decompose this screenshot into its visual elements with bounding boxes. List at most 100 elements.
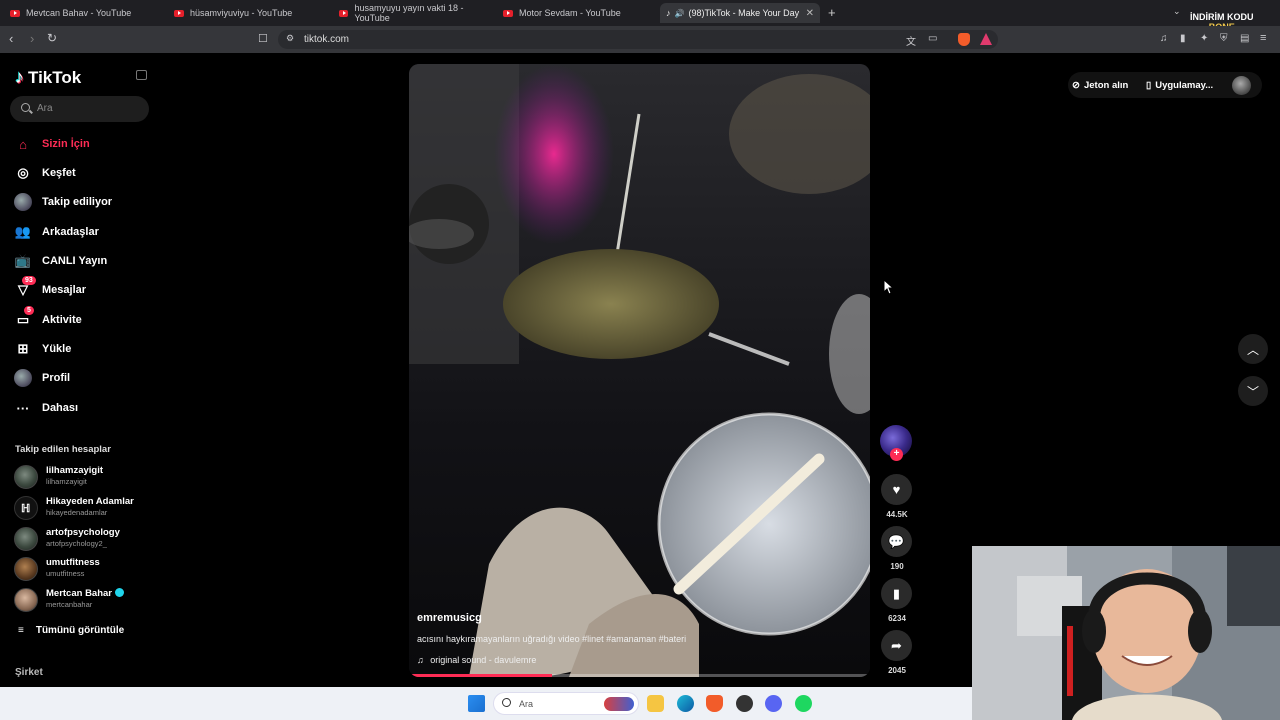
vpn-icon[interactable]: ⛨ [1220, 33, 1228, 44]
nav-for-you[interactable]: ⌂ Sizin İçin [12, 133, 152, 155]
video-player[interactable]: emremusicg acısını haykıramayanların uğr… [409, 64, 870, 677]
media-icon[interactable]: ♫ [1160, 33, 1168, 44]
get-coins-label: Jeton alın [1083, 79, 1129, 91]
new-tab-button[interactable]: + [828, 5, 836, 20]
followed-account[interactable]: umutfitness umutfitness [14, 556, 154, 582]
back-icon[interactable]: ‹ [9, 31, 13, 46]
wallet-icon[interactable]: ▤ [1240, 33, 1249, 44]
nav-label: Yükle [42, 343, 72, 355]
menu-icon[interactable]: ≡ [1260, 32, 1266, 44]
edge-icon[interactable] [677, 695, 694, 712]
nav-live[interactable]: 📺 CANLI Yayın [12, 250, 152, 272]
taskbar-search[interactable]: Ara [493, 692, 639, 715]
search-input[interactable]: Ara [10, 96, 149, 122]
tiktok-sidebar: ♪ TikTok Ara ⌂ Sizin İçin ◎ Keşfet Takip… [0, 53, 160, 720]
share-icon: ➦ [891, 637, 902, 653]
compass-icon: ◎ [17, 165, 29, 180]
youtube-icon [339, 9, 349, 17]
followed-account[interactable]: Mertcan Bahar mertcanbahar [14, 587, 154, 613]
nav-messages[interactable]: ▽ 93 Mesajlar [12, 276, 152, 301]
site-info-icon[interactable]: ⚙ [286, 33, 294, 44]
get-app-button[interactable]: ▯ Uygulamay... [1146, 74, 1213, 96]
get-app-label: Uygulamay... [1155, 79, 1214, 91]
cast-icon[interactable]: ▭ [928, 33, 937, 44]
more-dots-icon: ··· [16, 400, 30, 416]
see-all-label: Tümünü görüntüle [35, 625, 125, 636]
nav-label: Sizin İçin [42, 138, 90, 150]
spotify-icon[interactable] [795, 695, 812, 712]
nav-label: Profil [42, 372, 71, 384]
nav-upload[interactable]: ⊞ Yükle [12, 338, 152, 360]
sidebar-toggle-icon[interactable]: ▮ [1180, 33, 1186, 44]
forward-icon[interactable]: › [30, 31, 34, 46]
profile-avatar[interactable] [1232, 76, 1251, 95]
nav-more[interactable]: ··· Dahası [12, 397, 152, 419]
app-icon[interactable] [736, 695, 753, 712]
nav-explore[interactable]: ◎ Keşfet [12, 162, 152, 184]
share-button[interactable]: ➦ [881, 630, 912, 661]
nav-label: CANLI Yayın [42, 255, 108, 267]
nav-following[interactable]: Takip ediliyor [12, 191, 152, 213]
upload-icon: ⊞ [17, 341, 29, 356]
previous-video-button[interactable]: ︿ [1238, 334, 1268, 364]
search-highlight-icon [604, 697, 634, 711]
windows-taskbar: Ara [0, 687, 972, 720]
progress-fill [409, 674, 552, 677]
live-tv-icon: 📺 [14, 253, 32, 268]
like-button[interactable]: ♥ [881, 474, 912, 505]
chevron-up-icon: ︿ [1246, 342, 1259, 357]
tiktok-logo[interactable]: ♪ TikTok [15, 67, 81, 88]
followed-account[interactable]: lilhamzayigit lilhamzayigit [14, 464, 154, 490]
browser-address-bar: ‹ › ↻ ☐ tiktok.com ⚙ 文 ▭ ♫ ▮ ✦ ⛨ ▤ ≡ [0, 26, 1280, 53]
account-name: Hikayeden Adamlar [46, 496, 134, 507]
following-accounts-title: Takip edilen hesaplar [15, 444, 111, 455]
account-avatar [14, 465, 38, 489]
company-link[interactable]: Şirket [15, 667, 43, 678]
account-handle: hikayedenadamlar [46, 508, 108, 517]
followed-account[interactable]: artofpsychology artofpsychology2_ [14, 526, 154, 552]
extensions-icon[interactable]: ✦ [1200, 33, 1208, 44]
brave-rewards-icon[interactable] [980, 33, 992, 45]
see-all-button[interactable]: ≡ Tümünü görüntüle [18, 625, 124, 636]
heart-icon: ♥ [892, 482, 901, 497]
brave-icon[interactable] [706, 695, 723, 712]
file-explorer-icon[interactable] [647, 695, 664, 712]
tab-search-chevron-icon[interactable]: ⌄ [1173, 6, 1181, 17]
comment-button[interactable]: 💬 [881, 526, 912, 557]
url-field[interactable]: tiktok.com [278, 30, 998, 49]
next-video-button[interactable]: ﹀ [1238, 376, 1268, 406]
translate-icon[interactable]: 文 [906, 33, 916, 48]
taskbar-search-placeholder: Ara [519, 699, 534, 709]
account-handle: umutfitness [46, 569, 85, 578]
music-note-icon: ♫ [417, 655, 424, 665]
save-button[interactable]: ▮ [881, 578, 912, 609]
follow-plus-icon[interactable]: + [890, 448, 903, 461]
browser-tab[interactable]: Motor Sevdam - YouTube [497, 3, 657, 23]
verified-badge-icon [115, 588, 124, 597]
brave-shield-icon[interactable] [958, 33, 970, 46]
profile-avatar-icon [12, 369, 34, 387]
browser-tab-active[interactable]: ♪ 🔊 (98)TikTok - Make Your Day ✕ [660, 3, 820, 23]
close-tab-icon[interactable]: ✕ [806, 8, 814, 19]
video-username[interactable]: emremusicg [417, 612, 482, 624]
browser-tab[interactable]: hüsamviyuviyu - YouTube [168, 3, 328, 23]
discord-icon[interactable] [765, 695, 782, 712]
get-coins-button[interactable]: ⊘ Jeton alın [1072, 74, 1128, 96]
collapse-sidebar-icon[interactable] [136, 70, 147, 80]
nav-friends[interactable]: 👥 Arkadaşlar [12, 221, 152, 243]
like-count: 44.5K [886, 510, 908, 519]
video-progress-bar[interactable] [409, 674, 870, 677]
comment-icon: 💬 [888, 533, 905, 549]
messages-icon: ▽ 93 [12, 276, 36, 299]
reload-icon[interactable]: ↻ [47, 31, 57, 45]
nav-profile[interactable]: Profil [12, 367, 152, 389]
browser-tab[interactable]: Mevtcan Bahav - YouTube [4, 3, 164, 23]
video-sound[interactable]: ♫ original sound - davulemre [417, 655, 536, 665]
windows-start-icon[interactable] [468, 695, 485, 712]
nav-activity[interactable]: ▭ 5 Aktivite [12, 306, 152, 331]
bookmark-icon[interactable]: ☐ [258, 32, 268, 45]
browser-tab[interactable]: husamyuyu yayın vakti 18 - YouTube [333, 3, 493, 23]
followed-account[interactable]: ℍ Hikayeden Adamlar hikayedenadamlar [14, 495, 154, 521]
logo-text: TikTok [28, 67, 82, 87]
speaker-icon: 🔊 [674, 8, 685, 18]
